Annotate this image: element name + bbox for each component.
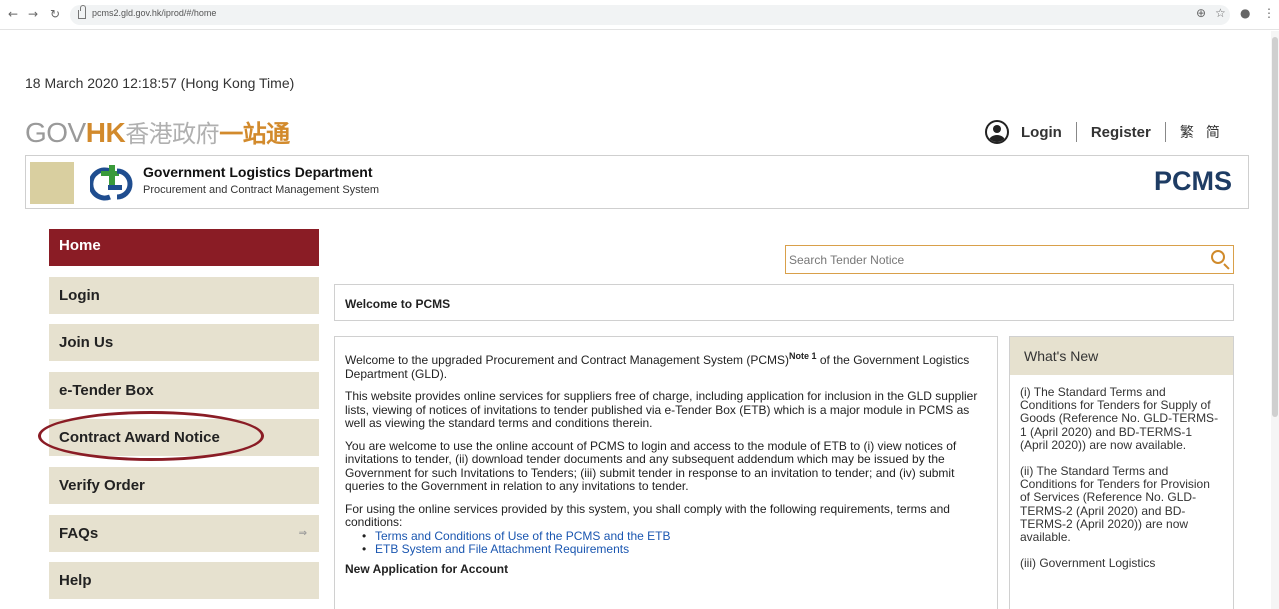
lock-icon: [78, 5, 86, 19]
services-paragraph: This website provides online services fo…: [345, 389, 978, 430]
whats-new-title: What's New: [1010, 337, 1233, 375]
search-icon[interactable]: [1211, 250, 1225, 264]
user-icon: [985, 120, 1009, 144]
divider: [1075, 122, 1077, 142]
govhk-zh-highlight-text: 一站通: [219, 120, 290, 148]
pcms-logo[interactable]: PCMS: [1154, 166, 1232, 197]
search-input[interactable]: [786, 246, 1186, 273]
note-1-link[interactable]: Note 1: [789, 351, 817, 361]
news-item[interactable]: (i) The Standard Terms and Conditions fo…: [1020, 385, 1223, 452]
header-color-block: [30, 162, 74, 204]
sidebar-item-label: Login: [59, 287, 100, 304]
sidebar-item-help[interactable]: Help: [49, 562, 319, 599]
url-text: pcms2.gld.gov.hk/iprod/#/home: [92, 8, 217, 18]
reload-icon[interactable]: ↻: [48, 7, 62, 21]
govhk-hk-text: HK: [85, 117, 126, 148]
account-paragraph: You are welcome to use the online accoun…: [345, 438, 957, 493]
sidebar-item-label: FAQs: [59, 525, 99, 542]
news-item[interactable]: (iii) Government Logistics: [1020, 557, 1223, 570]
etb-requirements-link[interactable]: ETB System and File Attachment Requireme…: [362, 542, 987, 557]
govhk-zh-text: 香港政府: [125, 120, 220, 148]
page-scrollbar[interactable]: [1271, 31, 1279, 609]
profile-icon[interactable]: ●: [1240, 6, 1250, 20]
address-bar[interactable]: pcms2.gld.gov.hk/iprod/#/home: [70, 5, 1230, 25]
requirements-list: Terms and Conditions of Use of the PCMS …: [362, 529, 987, 557]
sidebar-item-label: Help: [59, 572, 92, 589]
sidebar-item-label: Join Us: [59, 334, 114, 351]
user-bar: Login Register 繁 简: [985, 118, 1232, 146]
sidebar-item-e-tender-box[interactable]: e-Tender Box: [49, 372, 319, 409]
whats-new-body: (i) The Standard Terms and Conditions fo…: [1010, 375, 1233, 570]
govhk-gov-text: GOV: [25, 117, 86, 148]
terms-link[interactable]: Terms and Conditions of Use of the PCMS …: [362, 529, 987, 544]
register-link[interactable]: Register: [1091, 124, 1151, 141]
govhk-logo[interactable]: GOVHK香港政府一站通: [25, 114, 290, 149]
scrollbar-thumb[interactable]: [1272, 37, 1278, 417]
divider: [1164, 122, 1166, 142]
main-content: Welcome to the upgraded Procurement and …: [334, 336, 998, 609]
system-subtitle: Procurement and Contract Management Syst…: [143, 184, 380, 196]
sidebar-item-join-us[interactable]: Join Us: [49, 324, 319, 361]
department-title: Government Logistics Department: [143, 164, 373, 180]
bookmark-star-icon[interactable]: ☆: [1215, 6, 1226, 20]
sidebar-item-faqs[interactable]: FAQs ⇒: [49, 515, 319, 552]
sidebar-item-login[interactable]: Login: [49, 277, 319, 314]
welcome-title-bar: Welcome to PCMS: [334, 284, 1234, 321]
menu-icon[interactable]: ⋮: [1263, 6, 1275, 20]
sidebar-item-verify-order[interactable]: Verify Order: [49, 467, 319, 504]
intro-paragraph: Welcome to the upgraded Procurement and …: [345, 350, 987, 381]
traditional-chinese-link[interactable]: 繁: [1180, 122, 1194, 142]
forward-icon[interactable]: →: [26, 7, 40, 21]
whats-new-panel: What's New (i) The Standard Terms and Co…: [1009, 336, 1234, 609]
requirements-paragraph: For using the online services provided b…: [345, 501, 950, 529]
highlight-oval-annotation: [38, 411, 264, 461]
zoom-icon[interactable]: ⊕: [1196, 6, 1206, 20]
arrow-right-icon: ⇒: [298, 528, 307, 539]
simplified-chinese-link[interactable]: 简: [1206, 122, 1220, 142]
sidebar-item-home[interactable]: Home: [49, 229, 319, 266]
welcome-title: Welcome to PCMS: [345, 297, 451, 311]
hong-kong-time: 18 March 2020 12:18:57 (Hong Kong Time): [25, 75, 295, 91]
browser-toolbar: ← → ↻ pcms2.gld.gov.hk/iprod/#/home ⊕ ☆ …: [0, 0, 1279, 30]
news-item[interactable]: (ii) The Standard Terms and Conditions f…: [1020, 464, 1223, 544]
new-account-heading: New Application for Account: [345, 561, 509, 576]
sidebar-item-label: e-Tender Box: [59, 382, 154, 399]
login-link[interactable]: Login: [1021, 124, 1062, 141]
intro-text-a: Welcome to the upgraded Procurement and …: [345, 353, 789, 367]
sidebar-item-label: Home: [59, 237, 101, 254]
site-header: Government Logistics Department Procurem…: [25, 155, 1249, 209]
gld-logo-icon: [90, 165, 133, 201]
search-box: [785, 245, 1234, 274]
back-icon[interactable]: ←: [6, 7, 20, 21]
sidebar-item-label: Verify Order: [59, 477, 145, 494]
